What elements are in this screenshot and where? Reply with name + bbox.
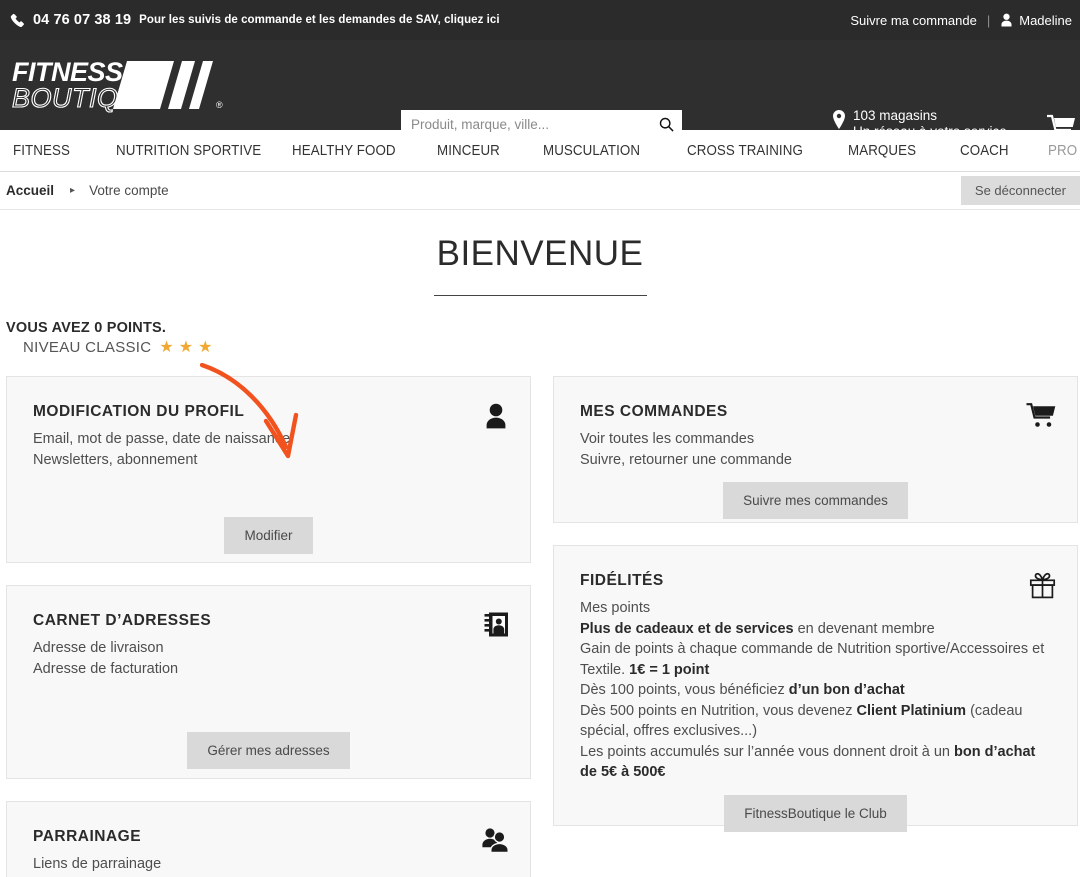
points-rate-bold: 1€ = 1 point [629,661,710,678]
nav-item-minceur[interactable]: MINCEUR [437,143,500,159]
track-order-link[interactable]: Suivre ma commande [850,13,976,28]
phone-number[interactable]: 04 76 07 38 19 [33,12,131,28]
card-line: Liens de parrainage [33,856,162,872]
points-headline: VOUS AVEZ 0 POINTS. [6,320,167,336]
platinium-bold: Client Platinium [856,702,967,719]
username-label: Madeline [1019,12,1072,28]
search-input[interactable] [411,116,659,132]
card-line: Voir toutes les commandes [580,431,755,447]
gift-icon [1029,571,1056,604]
suivre-mes-commandes-button[interactable]: Suivre mes commandes [723,482,908,519]
card-title: MES COMMANDES [580,403,728,420]
breadcrumb-separator-icon: ▸ [70,185,76,196]
card-actions: Suivre mes commandes [580,471,1051,519]
location-pin-icon [833,110,845,129]
level-stars: ★ ★ ★ [159,338,213,356]
card-fidelites[interactable]: FIDÉLITÉS Mes points Plus de cadeaux et … [553,545,1078,832]
nav-item-marques[interactable]: MARQUES [848,143,916,159]
nav-item-cross-training[interactable]: CROSS TRAINING [687,143,803,159]
nav-item-nutrition-sportive[interactable]: NUTRITION SPORTIVE [116,143,261,159]
page-title: BIENVENUE [436,234,644,273]
title-underline [433,295,647,296]
search-box[interactable] [401,110,682,138]
level-row: NIVEAU CLASSIC ★ ★ ★ [6,339,1080,356]
breadcrumb-home[interactable]: Accueil [6,183,54,198]
stores-count: 103 magasins [853,108,938,123]
right-column: MES COMMANDES Voir toutes les commandes … [553,376,1078,877]
nav-item-fitness[interactable]: FITNESS [13,143,70,159]
account-link[interactable]: Madeline [1000,13,1072,28]
breadcrumb: Accueil ▸ Votre compte Se déconnecter [0,172,1080,210]
account-cards-grid: MODIFICATION DU PROFIL Email, mot de pas… [0,363,1080,877]
user-icon [1001,13,1012,27]
card-carnet-d-adresses[interactable]: CARNET D’ADRESSES Adresse de livraison A… [6,585,531,779]
stores-tagline: Un réseau à votre service [853,124,1007,139]
svg-text:®: ® [216,100,223,110]
voucher-bold: d’un bon d’achat [788,682,905,698]
card-line: Adresse de livraison [33,640,164,656]
promo-text[interactable]: Pour les suivis de commande et les deman… [139,14,499,26]
utility-bar: 04 76 07 38 19 Pour les suivis de comman… [0,0,1080,40]
site-logo[interactable]: FITNESS BOUTIQUE ® [10,55,260,115]
card-line: Mes points [580,600,651,616]
utility-bar-left: 04 76 07 38 19 Pour les suivis de comman… [10,12,500,28]
card-line: Suivre, retourner une commande [580,452,792,468]
card-parrainage[interactable]: PARRAINAGE Liens de parrainage Suivi des… [6,801,531,877]
level-label: NIVEAU CLASSIC [23,339,152,356]
card-modification-du-profil[interactable]: MODIFICATION DU PROFIL Email, mot de pas… [6,376,531,563]
yearly-text: Les points accumulés sur l’année vous do… [580,743,955,760]
star-icon: ★ [198,338,213,356]
shopping-cart-icon [1026,402,1056,434]
membership-bold: Plus de cadeaux et de services [580,620,794,637]
platinium-text: Dès 500 points en Nutrition, vous devene… [580,702,857,719]
card-title: MODIFICATION DU PROFIL [33,403,245,420]
two-people-icon [481,827,509,858]
logout-button[interactable]: Se déconnecter [960,176,1080,205]
utility-bar-right: Suivre ma commande | Madeline [850,13,1074,28]
card-line: Adresse de facturation [33,661,179,677]
header-cart-button[interactable] [1047,114,1075,140]
voucher-text: Dès 100 points, vous bénéficiez [580,682,789,698]
card-line: Newsletters, abonnement [33,452,198,468]
card-title: FIDÉLITÉS [580,572,664,589]
left-column: MODIFICATION DU PROFIL Email, mot de pas… [6,376,531,877]
address-book-icon [483,611,509,643]
search-icon[interactable] [659,117,674,132]
modifier-button[interactable]: Modifier [224,517,313,554]
card-actions: Modifier [33,471,504,554]
membership-rest: en devenant membre [793,620,935,637]
nav-item-pro[interactable]: PRO [1048,143,1077,159]
fitnessboutique-le-club-button[interactable]: FitnessBoutique le Club [724,794,907,832]
card-actions: FitnessBoutique le Club [580,783,1051,832]
card-line: Email, mot de passe, date de naissance [33,431,291,447]
nav-item-healthy-food[interactable]: HEALTHY FOOD [292,143,396,159]
star-icon: ★ [178,338,194,356]
stores-info[interactable]: 103 magasins Un réseau à votre service [832,108,1007,140]
shopping-cart-icon [1047,114,1075,139]
site-header: FITNESS BOUTIQUE ® 103 magasins Un résea… [0,40,1080,139]
nav-item-coach[interactable]: COACH [960,143,1009,159]
card-line-platinium: Dès 500 points en Nutrition, vous devene… [580,701,1051,742]
card-line-yearly: Les points accumulés sur l’année vous do… [580,742,1051,783]
gerer-mes-adresses-button[interactable]: Gérer mes adresses [187,732,350,769]
card-line-voucher: Dès 100 points, vous bénéficiez d’un bon… [580,680,1051,701]
card-line-points-rate: Gain de points à chaque commande de Nutr… [580,639,1051,680]
loyalty-summary: VOUS AVEZ 0 POINTS. NIVEAU CLASSIC ★ ★ ★ [0,320,1080,356]
breadcrumb-current: Votre compte [89,183,169,198]
card-title: CARNET D’ADRESSES [33,612,212,629]
person-icon [483,402,509,434]
phone-icon [10,13,24,27]
card-line-membership: Plus de cadeaux et de services en devena… [580,619,1051,640]
card-actions: Gérer mes adresses [33,680,504,769]
nav-item-musculation[interactable]: MUSCULATION [543,143,640,159]
divider: | [986,12,991,28]
star-icon: ★ [159,338,174,356]
card-mes-commandes[interactable]: MES COMMANDES Voir toutes les commandes … [553,376,1078,523]
card-title: PARRAINAGE [33,828,142,845]
